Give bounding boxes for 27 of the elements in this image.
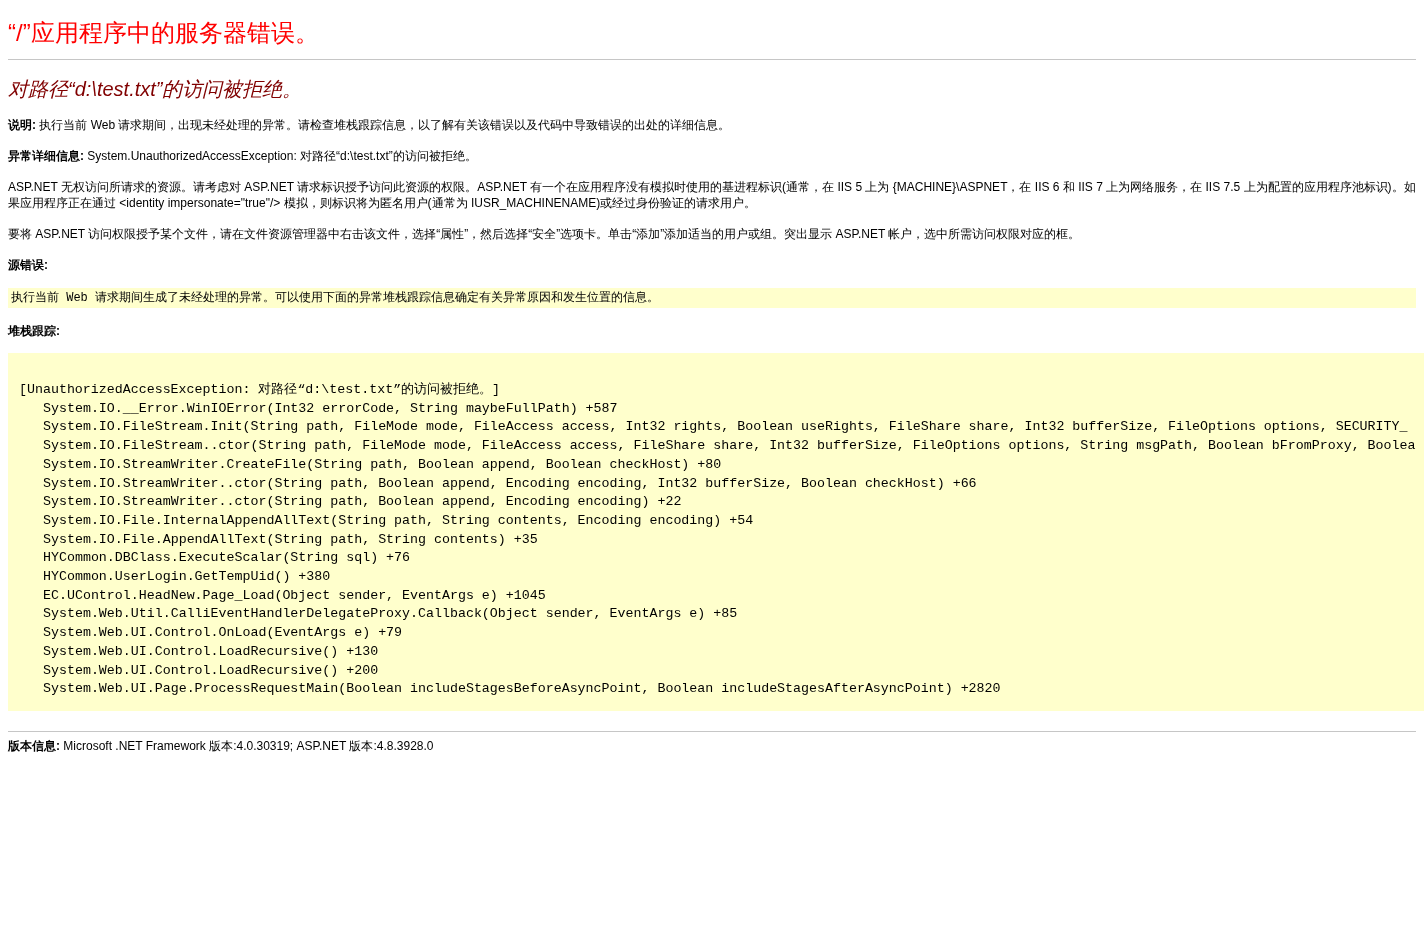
source-error-text: 执行当前 Web 请求期间生成了未经处理的异常。可以使用下面的异常堆栈跟踪信息确定有关异常原因和发生位置的信息。	[11, 291, 659, 305]
stack-frame-line: System.IO.StreamWriter..ctor(String path, Boolean append, Encoding encoding, Int32 bufferSize, Boolean checkHost) +66	[43, 474, 977, 493]
stack-frame-line: HYCommon.UserLogin.GetTempUid() +380	[43, 568, 331, 587]
stack-frame-line: System.IO.__Error.WinIOError(Int32 errorCode, String maybeFullPath) +587	[43, 399, 618, 418]
stack-frame-line: System.IO.FileStream.Init(String path, FileMode mode, FileAccess access, Int32 rights, Boolean useRights, FileShare share, Int32 bufferSize, FileOptions options, SECURITY_	[43, 418, 1408, 437]
stack-frame-line: System.IO.File.InternalAppendAllText(String path, String contents, Encoding encoding) +54	[43, 511, 754, 530]
section-heading: 源错误:	[8, 257, 48, 273]
version-info-text: 版本信息: Microsoft .NET Framework 版本:4.0.30319; ASP.NET 版本:4.8.3928.0	[8, 737, 434, 754]
stack-frame-line: EC.UControl.HeadNew.Page_Load(Object sender, EventArgs e) +1045	[43, 586, 546, 605]
page-title: “/”应用程序中的服务器错误。	[8, 18, 319, 48]
stack-frame-line: System.IO.FileStream..ctor(String path, FileMode mode, FileAccess access, FileShare share, Int32 bufferSize, FileOptions options, String msgPath, Boolean bFromProxy, Boolea	[43, 437, 1416, 456]
exception-details-text: 异常详细信息: System.UnauthorizedAccessException: 对路径“d:\test.txt”的访问被拒绝。	[8, 148, 477, 164]
stack-frame-line: System.Web.UI.Page.ProcessRequestMain(Boolean includeStagesBeforeAsyncPoint, Boolean includeStagesAfterAsyncPoint) +2820	[43, 680, 1001, 699]
stack-frame-line: HYCommon.DBClass.ExecuteScalar(String sql) +76	[43, 549, 411, 568]
stack-frame-line: System.Web.Util.CalliEventHandlerDelegateProxy.Callback(Object sender, EventArgs e) +85	[43, 605, 738, 624]
stack-frame-line: System.Web.UI.Control.OnLoad(EventArgs e) +79	[43, 624, 403, 643]
stack-frame-line: System.Web.UI.Control.LoadRecursive() +130	[43, 642, 379, 661]
description-text: 说明: 执行当前 Web 请求期间，出现未经处理的异常。请检查堆栈跟踪信息，以了解有关该错误以及代码中导致错误的出处的详细信息。	[8, 117, 731, 133]
stack-frame-line: System.IO.StreamWriter..ctor(String path, Boolean append, Encoding encoding) +22	[43, 493, 682, 512]
explanation-paragraph: ASP.NET 无权访问所请求的资源。请考虑对 ASP.NET 请求标识授予访问此资源的权限。ASP.NET 有一个在应用程序没有模拟时使用的基进程标识(通常，在 IIS 5 上为 {MACHINE}\ASPNET，在 IIS 6 和 IIS 7 上为网络服务，在 IIS 7.5 上为配置的应用程序池标识)。如果应用程序正在通过 <identity impersonate="true"/> 模拟，则标识将为匿名用户(通常为 IUSR_MACHINENAME)或经过身份验证的请求用户。	[8, 179, 1416, 211]
stack-frame-line: System.IO.StreamWriter.CreateFile(String path, Boolean append, Boolean checkHost) +80	[43, 455, 722, 474]
stack-frame-line: System.IO.File.AppendAllText(String path, String contents) +35	[43, 530, 538, 549]
exception-header-line: [UnauthorizedAccessException: 对路径“d:\test.txt”的访问被拒绝。]	[19, 381, 501, 399]
explanation-paragraph: 要将 ASP.NET 访问权限授予某个文件，请在文件资源管理器中右击该文件，选择“属性”，然后选择“安全”选项卡。单击“添加”添加适当的用户或组。突出显示 ASP.NET 帐户，选中所需访问权限对应的框。	[8, 226, 1082, 242]
section-heading: 堆栈跟踪:	[8, 323, 60, 339]
error-message: 对路径“d:\test.txt”的访问被拒绝。	[8, 77, 303, 102]
stack-frame-line: System.Web.UI.Control.LoadRecursive() +200	[43, 661, 379, 680]
